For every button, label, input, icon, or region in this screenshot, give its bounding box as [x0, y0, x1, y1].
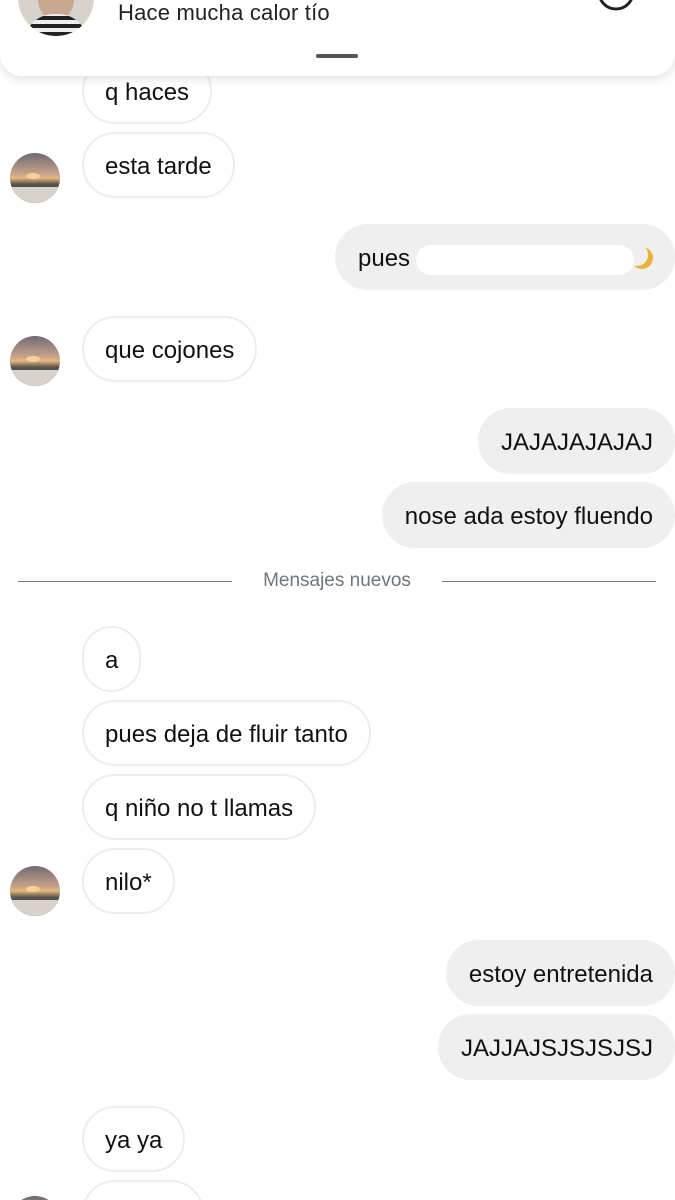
- drag-handle[interactable]: [316, 54, 358, 58]
- header-subtitle: Hace mucha calor tío: [118, 0, 330, 25]
- message-bubble-outgoing[interactable]: JAJAJAJAJAJ: [477, 408, 675, 474]
- message-text: pues deja de fluir tanto: [105, 721, 348, 748]
- message-bubble-outgoing[interactable]: nose ada estoy fluendo: [381, 482, 675, 548]
- message-text: nilo*: [105, 869, 152, 896]
- new-messages-divider: Mensajes nuevos: [263, 570, 411, 591]
- message-text: ya ya: [105, 1127, 163, 1154]
- message-bubble-incoming[interactable]: ya ya: [82, 1106, 186, 1172]
- contact-avatar[interactable]: [18, 0, 94, 36]
- message-text: que cojones: [105, 337, 235, 364]
- message-bubble-incoming[interactable]: [82, 1180, 204, 1200]
- sticker-face-icon[interactable]: [596, 0, 636, 14]
- message-text: estoy entretenida: [468, 961, 653, 988]
- message-bubble-outgoing[interactable]: estoy entretenida: [445, 940, 675, 1006]
- sender-avatar[interactable]: [10, 336, 60, 386]
- message-bubble-incoming[interactable]: que cojones: [82, 316, 258, 382]
- divider-line-right: [442, 581, 656, 582]
- sender-avatar[interactable]: [10, 866, 60, 916]
- message-bubble-incoming[interactable]: esta tarde: [82, 132, 235, 198]
- message-bubble-incoming[interactable]: pues deja de fluir tanto: [82, 700, 371, 766]
- chat-header[interactable]: Hace mucha calor tío: [0, 0, 675, 76]
- message-bubble-outgoing[interactable]: JAJJAJSJSJSJSJ: [437, 1014, 675, 1080]
- chat-screen: Hace mucha calor tío q haces esta tarde …: [0, 0, 675, 1200]
- message-bubble-incoming[interactable]: a: [82, 626, 142, 692]
- message-text: pues: [358, 245, 411, 272]
- message-bubble-incoming[interactable]: q niño no t llamas: [82, 774, 317, 840]
- message-text: esta tarde: [105, 153, 212, 180]
- message-bubble-outgoing[interactable]: pues: [335, 224, 675, 290]
- sender-avatar[interactable]: [10, 1196, 60, 1200]
- message-bubble-incoming[interactable]: nilo*: [82, 848, 175, 914]
- message-text: JAJJAJSJSJSJSJ: [460, 1035, 653, 1062]
- sender-avatar[interactable]: [10, 153, 60, 203]
- redacted-text: [416, 244, 635, 275]
- message-text: JAJAJAJAJAJ: [500, 429, 653, 456]
- message-text: nose ada estoy fluendo: [404, 503, 653, 530]
- message-text: q niño no t llamas: [105, 795, 294, 822]
- message-text: a: [105, 647, 119, 674]
- message-text: q haces: [105, 79, 190, 106]
- divider-line-left: [18, 581, 232, 582]
